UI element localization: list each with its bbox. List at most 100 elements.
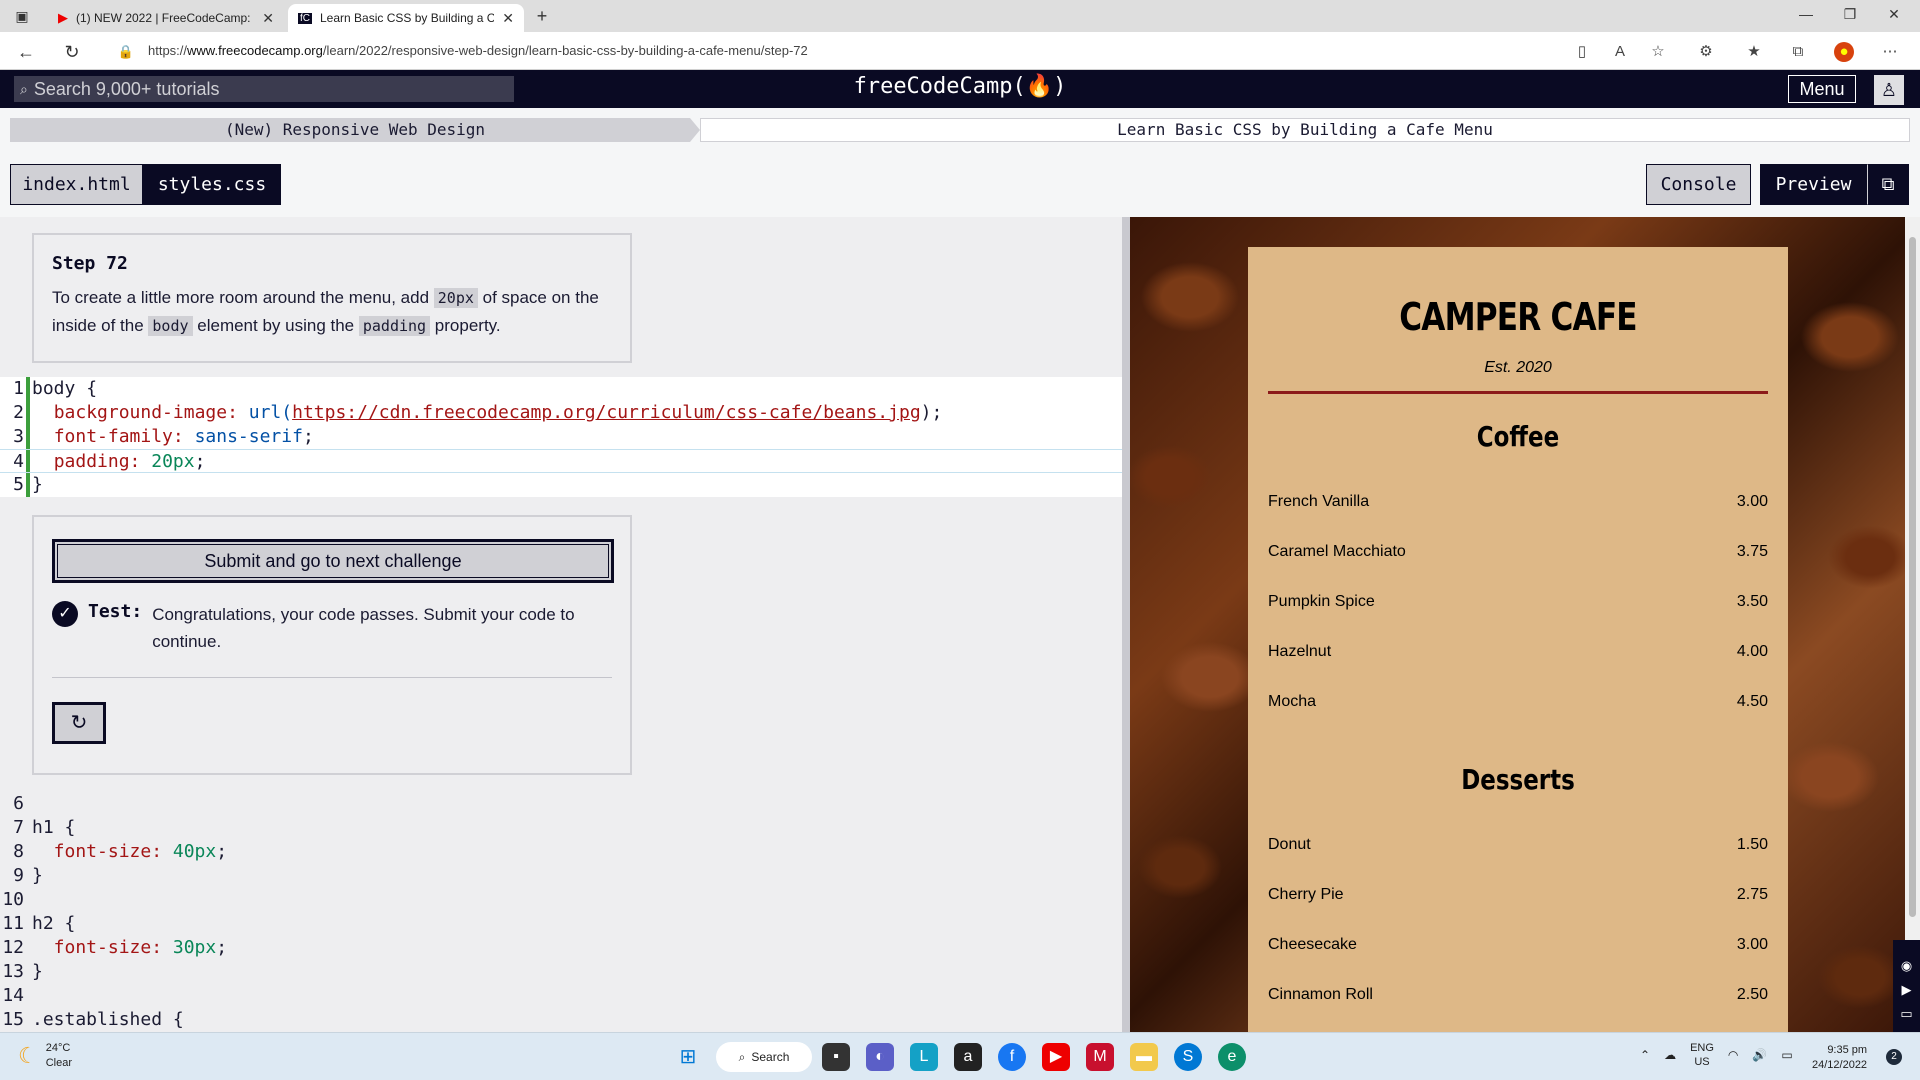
- close-tab-icon[interactable]: ✕: [502, 10, 514, 27]
- file-explorer-icon[interactable]: ▬: [1130, 1043, 1158, 1071]
- mcafee-icon[interactable]: M: [1086, 1043, 1114, 1071]
- menu-item: Cheesecake 3.00: [1268, 920, 1768, 970]
- code-editor-readonly[interactable]: 6 7 h1 {8 font-size: 40px; 9} 10 11 h2 {12 fon…: [0, 792, 1122, 1032]
- read-aloud-icon[interactable]: A: [1610, 42, 1630, 62]
- l-app-icon[interactable]: L: [910, 1043, 938, 1071]
- scrollbar-thumb[interactable]: [1909, 237, 1916, 917]
- code-line[interactable]: 9}: [0, 864, 1122, 888]
- submit-button[interactable]: Submit and go to next challenge: [52, 539, 614, 583]
- profile-icon[interactable]: ●: [1834, 42, 1854, 62]
- preview-scrollbar[interactable]: [1905, 217, 1920, 1032]
- code-token: 30px: [162, 937, 217, 958]
- skype-icon[interactable]: S: [1174, 1043, 1202, 1071]
- facebook-icon[interactable]: f: [998, 1043, 1026, 1071]
- window-icon[interactable]: ▭: [1893, 1006, 1920, 1022]
- code-line[interactable]: 11 h2 {: [0, 912, 1122, 936]
- code-line[interactable]: 15 .established {: [0, 1008, 1122, 1032]
- chevron-up-icon[interactable]: ⌃: [1640, 1048, 1650, 1062]
- tab-index-html[interactable]: index.html: [10, 164, 143, 205]
- url-field[interactable]: https://www.freecodecamp.org/learn/2022/…: [148, 43, 808, 58]
- tab-styles-css[interactable]: styles.css: [143, 164, 281, 205]
- code-line[interactable]: 6: [0, 792, 1122, 816]
- new-tab-icon[interactable]: +: [530, 4, 554, 28]
- notification-badge[interactable]: 2: [1886, 1049, 1902, 1065]
- more-icon[interactable]: ⋯: [1880, 42, 1900, 62]
- console-button[interactable]: Console: [1646, 164, 1751, 205]
- taskbar-search[interactable]: ⌕ Search: [716, 1042, 812, 1072]
- reader-icon[interactable]: ▯: [1572, 42, 1592, 62]
- code-line[interactable]: 14: [0, 984, 1122, 1008]
- cloud-icon[interactable]: ☁: [1664, 1048, 1676, 1062]
- item-price: 4.50: [1736, 693, 1768, 710]
- collections-icon[interactable]: ⧉: [1788, 42, 1808, 62]
- code-line[interactable]: 13}: [0, 960, 1122, 984]
- code-line[interactable]: 12 font-size: 30px;: [0, 936, 1122, 960]
- favorite-icon[interactable]: ☆: [1648, 42, 1668, 62]
- task-view-icon[interactable]: ▪: [822, 1043, 850, 1071]
- desserts-heading: Desserts: [1461, 763, 1575, 796]
- code-token: padding:: [53, 451, 141, 472]
- youtube-icon[interactable]: ▶: [1042, 1043, 1070, 1071]
- back-icon[interactable]: ←: [14, 40, 38, 64]
- code-line[interactable]: 1 body {: [0, 377, 1122, 401]
- lang-line: US: [1694, 1056, 1710, 1068]
- preview-button[interactable]: Preview: [1760, 164, 1867, 205]
- code-line[interactable]: 10: [0, 888, 1122, 912]
- avatar[interactable]: ♙: [1874, 75, 1904, 105]
- line-number: 3: [13, 426, 24, 447]
- code-line[interactable]: 7 h1 {: [0, 816, 1122, 840]
- lock-icon[interactable]: 🔒: [114, 40, 138, 64]
- start-icon[interactable]: ⊞: [674, 1043, 702, 1071]
- browser-tab-freecodecamp[interactable]: fC Learn Basic CSS by Building a Ca ✕: [288, 4, 524, 32]
- language-indicator[interactable]: ENG US: [1690, 1041, 1714, 1069]
- breadcrumb-project[interactable]: Learn Basic CSS by Building a Cafe Menu: [700, 118, 1910, 142]
- divider: [1268, 391, 1768, 394]
- teams-icon[interactable]: ◐: [866, 1043, 894, 1071]
- refresh-icon[interactable]: ↻: [60, 40, 84, 64]
- battery-icon[interactable]: ▭: [1781, 1048, 1792, 1062]
- tab-actions-icon[interactable]: ▣: [10, 4, 34, 28]
- desc-text: element by using the: [192, 316, 359, 335]
- minimize-icon[interactable]: —: [1786, 6, 1826, 26]
- reset-icon[interactable]: ↻: [52, 702, 106, 744]
- browser-tab-youtube[interactable]: ▶ (1) NEW 2022 | FreeCodeCamp: L ✕: [48, 4, 284, 32]
- code-token: background-image:: [53, 402, 238, 423]
- wifi-icon[interactable]: ◠: [1728, 1048, 1738, 1062]
- clock[interactable]: 9:35 pm 24/12/2022: [1812, 1043, 1867, 1073]
- menu-item: Caramel Macchiato 3.75: [1268, 527, 1768, 577]
- extensions-icon[interactable]: ⚙: [1696, 42, 1716, 62]
- freecodecamp-icon: fC: [298, 12, 312, 24]
- code-line[interactable]: 2 background-image: url(https://cdn.free…: [0, 401, 1122, 425]
- close-tab-icon[interactable]: ✕: [262, 10, 274, 27]
- popout-preview-icon[interactable]: ⧉: [1867, 164, 1909, 205]
- code-line[interactable]: 8 font-size: 40px;: [0, 840, 1122, 864]
- code-line[interactable]: 5}: [0, 473, 1122, 497]
- restore-icon[interactable]: ❐: [1830, 6, 1870, 26]
- video-icon[interactable]: ▶: [1893, 982, 1920, 998]
- code-token: ;: [216, 841, 228, 862]
- weather-widget[interactable]: ☾ 24°C Clear: [18, 1041, 72, 1071]
- code-token: ;: [194, 451, 206, 472]
- camera-icon[interactable]: ◉: [1893, 958, 1920, 974]
- url-host: www.freecodecamp.org: [187, 43, 323, 58]
- code-token: font-size:: [32, 841, 163, 862]
- amazon-icon[interactable]: a: [954, 1043, 982, 1071]
- pane-splitter[interactable]: [1122, 217, 1130, 1032]
- close-window-icon[interactable]: ✕: [1874, 6, 1914, 26]
- edge-icon[interactable]: e: [1218, 1043, 1246, 1071]
- item-name: Donut: [1268, 836, 1311, 853]
- volume-icon[interactable]: 🔊: [1752, 1048, 1767, 1062]
- code-editor-editable[interactable]: 1 body { 2 background-image: url(https://…: [0, 377, 1122, 497]
- code-token: {: [53, 817, 76, 838]
- breadcrumb-course[interactable]: (New) Responsive Web Design: [10, 118, 700, 142]
- code-line[interactable]: 3 font-family: sans-serif;: [0, 425, 1122, 449]
- check-icon: ✓: [52, 601, 78, 627]
- code-token: {: [53, 913, 76, 934]
- favorites-bar-icon[interactable]: ★: [1744, 42, 1764, 62]
- item-name: Hazelnut: [1268, 643, 1332, 660]
- code-token: }: [32, 865, 43, 886]
- menu-item: Donut 1.50: [1268, 820, 1768, 870]
- menu-button[interactable]: Menu: [1788, 75, 1856, 103]
- code-line-active[interactable]: 4 padding: 20px;: [0, 449, 1122, 473]
- fcc-logo[interactable]: freeCodeCamp(🔥): [0, 74, 1920, 99]
